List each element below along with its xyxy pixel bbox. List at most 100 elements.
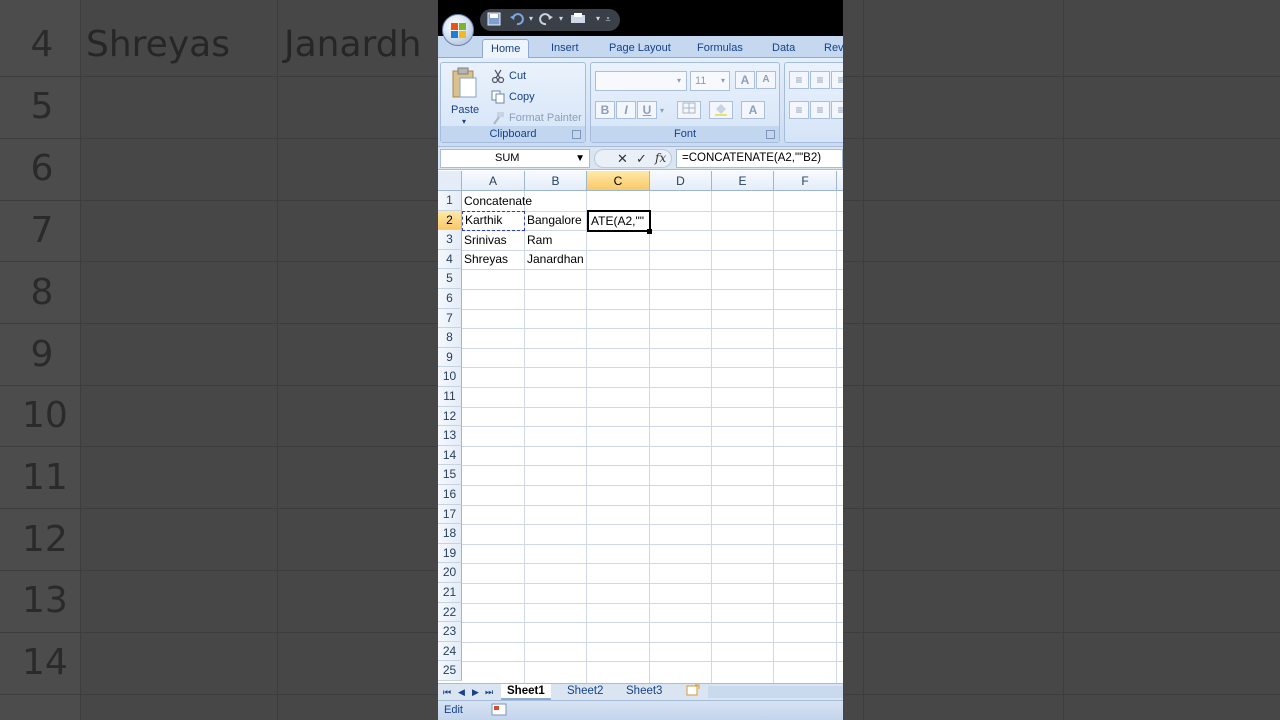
font-launcher-icon[interactable] (766, 130, 775, 139)
column-header-f[interactable]: F (774, 171, 837, 191)
tab-page-layout[interactable]: Page Layout (601, 39, 679, 58)
sheet-tab-2[interactable]: Sheet2 (561, 684, 609, 700)
tab-data[interactable]: Data (764, 39, 803, 58)
row-header[interactable]: 25 (438, 661, 462, 681)
worksheet-grid[interactable]: A B C D E F 1 2 3 4 5 6 7 8 9 10 11 12 1… (438, 171, 843, 683)
row-header[interactable]: 18 (438, 524, 462, 544)
bold-button[interactable]: B (595, 101, 615, 119)
align-bottom-icon[interactable]: ≡ (831, 71, 843, 89)
cell-a1[interactable]: Concatenate (462, 192, 532, 211)
save-icon[interactable] (487, 12, 501, 26)
shrink-font-icon[interactable]: A (756, 71, 776, 89)
office-button[interactable] (442, 14, 474, 46)
row-header[interactable]: 7 (438, 308, 462, 329)
clipboard-launcher-icon[interactable] (572, 130, 581, 139)
tab-formulas[interactable]: Formulas (689, 39, 751, 58)
grow-font-icon[interactable]: A (735, 71, 755, 89)
align-top-icon[interactable]: ≡ (789, 71, 809, 89)
undo-icon[interactable] (510, 12, 524, 26)
macro-record-icon[interactable] (491, 703, 507, 720)
row-header[interactable]: 15 (438, 465, 462, 485)
print-icon[interactable] (570, 12, 585, 26)
redo-dropdown-icon[interactable]: ▾ (554, 12, 568, 26)
row-header[interactable]: 6 (438, 289, 462, 309)
insert-function-icon[interactable]: fx (655, 150, 666, 167)
row-header[interactable]: 4 (438, 249, 462, 270)
fill-color-icon[interactable] (709, 101, 733, 119)
column-header-d[interactable]: D (650, 171, 712, 191)
align-left-icon[interactable]: ≡ (789, 101, 809, 119)
font-size-dropdown-icon[interactable]: ▾ (721, 74, 725, 88)
cut-button[interactable]: Cut (491, 69, 526, 84)
row-header[interactable]: 8 (438, 328, 462, 348)
gridline (773, 191, 774, 683)
underline-button[interactable]: U (637, 101, 657, 119)
italic-button[interactable]: I (616, 101, 636, 119)
column-header-b[interactable]: B (525, 171, 587, 191)
tab-home[interactable]: Home (482, 39, 530, 58)
column-header-a[interactable]: A (462, 171, 525, 191)
name-box[interactable]: SUM ▼ (440, 149, 590, 168)
horizontal-scrollbar[interactable] (708, 686, 843, 698)
row-header[interactable]: 3 (438, 230, 462, 250)
formula-input[interactable]: =CONCATENATE(A2,""B2) (676, 149, 843, 168)
cell-b3[interactable]: Ram (525, 231, 552, 250)
row-header[interactable]: 19 (438, 543, 462, 564)
cancel-icon[interactable]: ✕ (617, 150, 628, 167)
row-header[interactable]: 13 (438, 426, 462, 446)
tab-insert[interactable]: Insert (543, 39, 587, 58)
row-header[interactable]: 17 (438, 504, 462, 525)
row-header[interactable]: 20 (438, 563, 462, 583)
row-header[interactable]: 12 (438, 406, 462, 427)
enter-icon[interactable]: ✓ (636, 150, 647, 167)
first-sheet-icon[interactable]: ⏮ (443, 685, 451, 699)
format-painter-button[interactable]: Format Painter (491, 111, 582, 125)
font-name-dropdown-icon[interactable]: ▾ (677, 74, 681, 88)
cell-a3[interactable]: Srinivas (462, 231, 507, 250)
column-header-c[interactable]: C (587, 171, 650, 191)
row-header[interactable]: 24 (438, 641, 462, 662)
copy-button[interactable]: Copy (491, 90, 535, 104)
fill-handle[interactable] (647, 229, 652, 234)
row-header[interactable]: 16 (438, 485, 462, 505)
column-header-e[interactable]: E (712, 171, 774, 191)
select-all-corner[interactable] (438, 171, 462, 191)
clipboard-group: Clipboard Paste ▾ Cut Copy Format Painte… (440, 62, 586, 143)
cell-a2[interactable]: Karthik (462, 211, 525, 231)
row-header[interactable]: 11 (438, 387, 462, 407)
undo-dropdown-icon[interactable]: ▾ (524, 12, 538, 26)
next-sheet-icon[interactable]: ▶ (472, 685, 479, 699)
cell-a4[interactable]: Shreyas (462, 250, 508, 269)
column-header-g[interactable] (837, 171, 843, 191)
row-header[interactable]: 10 (438, 367, 462, 387)
row-header[interactable]: 9 (438, 347, 462, 368)
row-header[interactable]: 23 (438, 622, 462, 642)
cell-b4[interactable]: Janardhan (525, 250, 584, 269)
gridline (462, 504, 843, 506)
sheet-tab-1[interactable]: Sheet1 (501, 684, 551, 700)
prev-sheet-icon[interactable]: ◀ (458, 685, 465, 699)
align-middle-icon[interactable]: ≡ (810, 71, 830, 89)
redo-icon[interactable] (539, 12, 553, 26)
row-header[interactable]: 2 (438, 210, 462, 231)
row-header[interactable]: 22 (438, 602, 462, 623)
align-center-icon[interactable]: ≡ (810, 101, 830, 119)
align-right-icon[interactable]: ≡ (831, 101, 843, 119)
gridline (462, 289, 843, 290)
insert-sheet-icon[interactable] (680, 684, 706, 700)
sheet-tab-3[interactable]: Sheet3 (620, 684, 668, 700)
cell-c2-active[interactable]: ATE(A2,"" (587, 210, 651, 232)
row-header[interactable]: 1 (438, 191, 462, 211)
font-color-icon[interactable]: A (741, 101, 765, 119)
underline-dropdown-icon[interactable]: ▾ (660, 104, 664, 118)
customize-icon[interactable]: ⩡ (601, 12, 615, 26)
borders-icon[interactable] (677, 101, 701, 119)
cell-b2[interactable]: Bangalore (525, 211, 582, 230)
font-name-combo[interactable] (595, 71, 687, 91)
last-sheet-icon[interactable]: ⏭ (485, 685, 493, 699)
tab-review[interactable]: Revi (816, 39, 843, 58)
row-header[interactable]: 5 (438, 269, 462, 289)
row-header[interactable]: 21 (438, 583, 462, 603)
name-box-dropdown-icon[interactable]: ▼ (575, 150, 585, 167)
row-header[interactable]: 14 (438, 445, 462, 466)
